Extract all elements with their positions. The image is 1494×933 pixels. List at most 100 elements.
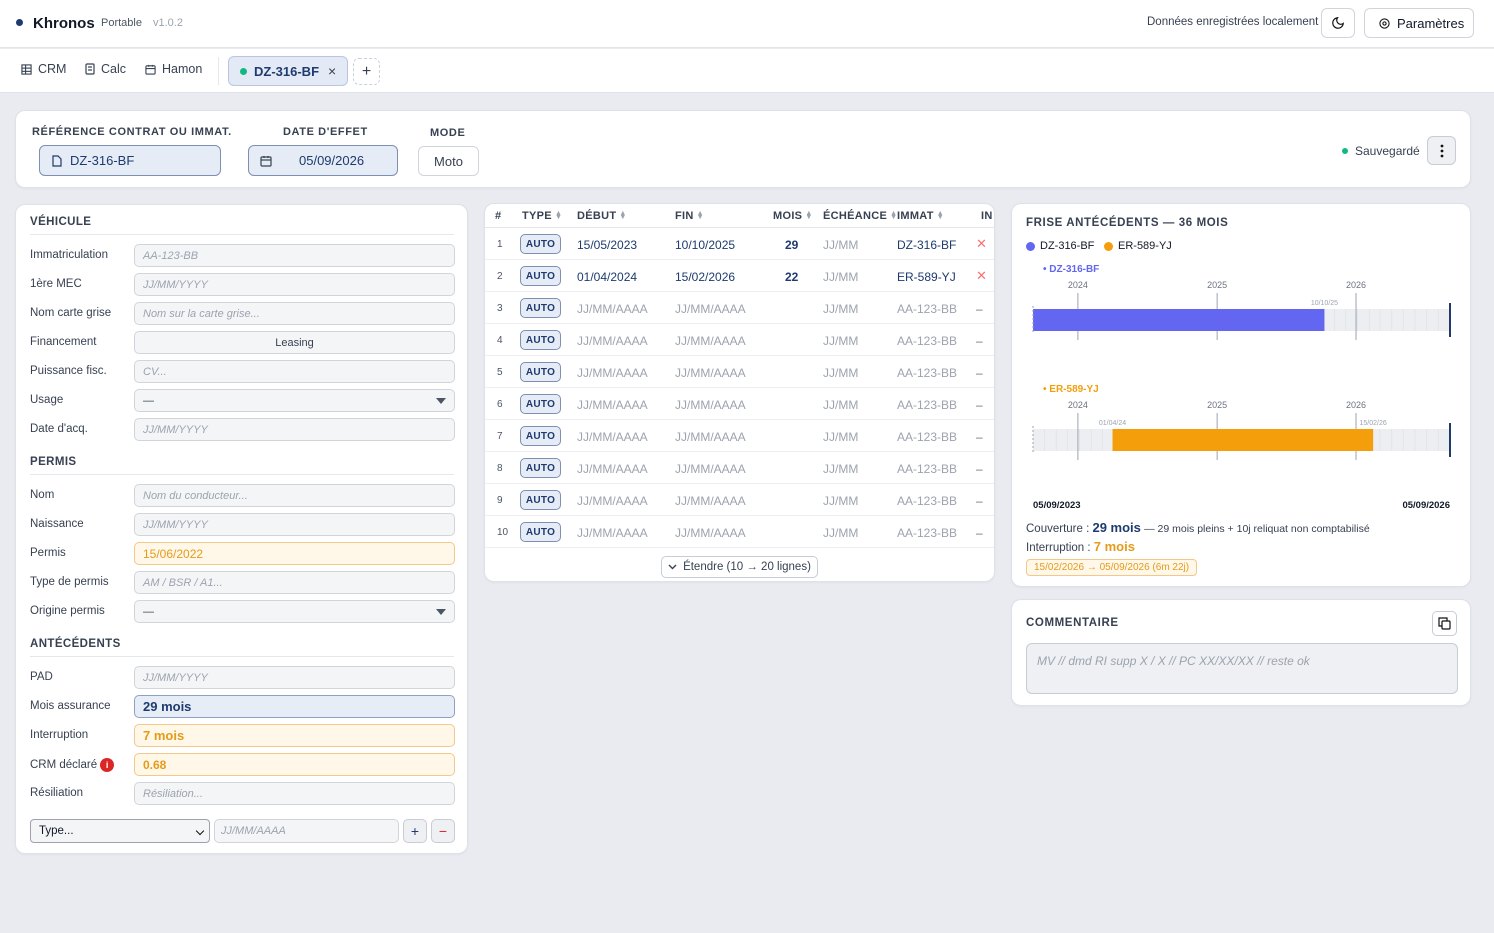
ref-input[interactable]: DZ-316-BF bbox=[39, 145, 221, 176]
col-type[interactable]: TYPE ▲ ▼ bbox=[522, 210, 562, 222]
echeance-cell[interactable]: JJ/MM bbox=[823, 270, 858, 284]
delete-row-icon[interactable]: ✕ bbox=[976, 236, 987, 252]
copy-button[interactable] bbox=[1432, 611, 1457, 636]
fin-cell[interactable]: JJ/MM/AAAA bbox=[675, 494, 746, 508]
immatriculation-input[interactable]: AA-123-BB bbox=[134, 244, 455, 267]
fin-cell[interactable]: JJ/MM/AAAA bbox=[675, 366, 746, 380]
brand-dot bbox=[16, 19, 23, 26]
carte-grise-input[interactable]: Nom sur la carte grise... bbox=[134, 302, 455, 325]
debut-cell[interactable]: JJ/MM/AAAA bbox=[577, 494, 648, 508]
info-icon[interactable]: i bbox=[100, 758, 115, 772]
immat-cell[interactable]: ER-589-YJ bbox=[897, 270, 956, 284]
type-badge[interactable]: AUTO bbox=[520, 490, 561, 510]
echeance-cell[interactable]: JJ/MM bbox=[823, 462, 858, 476]
type-badge[interactable]: AUTO bbox=[520, 426, 561, 446]
col-debut[interactable]: DÉBUT ▲ ▼ bbox=[577, 210, 627, 222]
type-badge[interactable]: AUTO bbox=[520, 298, 561, 318]
echeance-cell[interactable]: JJ/MM bbox=[823, 430, 858, 444]
table-row: 4 AUTO JJ/MM/AAAA JJ/MM/AAAA JJ/MM AA-123-BB – bbox=[485, 324, 994, 356]
immat-cell[interactable]: AA-123-BB bbox=[897, 526, 957, 540]
debut-cell[interactable]: JJ/MM/AAAA bbox=[577, 398, 648, 412]
date-acq-input[interactable]: JJ/MM/YYYY bbox=[134, 418, 455, 441]
delete-row-icon[interactable]: ✕ bbox=[976, 268, 987, 284]
theme-toggle-button[interactable] bbox=[1321, 8, 1355, 38]
mec-input[interactable]: JJ/MM/YYYY bbox=[134, 273, 455, 296]
fin-cell[interactable]: JJ/MM/AAAA bbox=[675, 398, 746, 412]
echeance-cell[interactable]: JJ/MM bbox=[823, 238, 858, 252]
col-echeance[interactable]: ÉCHÉANCE ▲ ▼ bbox=[823, 210, 897, 222]
debut-cell[interactable]: 15/05/2023 bbox=[577, 238, 637, 252]
fin-cell[interactable]: JJ/MM/AAAA bbox=[675, 462, 746, 476]
immat-cell[interactable]: AA-123-BB bbox=[897, 302, 957, 316]
add-tab-button[interactable]: + bbox=[353, 58, 380, 85]
debut-cell[interactable]: JJ/MM/AAAA bbox=[577, 462, 648, 476]
debut-cell[interactable]: JJ/MM/AAAA bbox=[577, 366, 648, 380]
fin-cell[interactable]: 10/10/2025 bbox=[675, 238, 735, 252]
col-mois[interactable]: MOIS ▲ ▼ bbox=[773, 210, 812, 222]
pad-input[interactable]: JJ/MM/YYYY bbox=[134, 666, 455, 689]
echeance-cell[interactable]: JJ/MM bbox=[823, 398, 858, 412]
type-badge[interactable]: AUTO bbox=[520, 266, 561, 286]
resiliation-input[interactable]: Résiliation... bbox=[134, 782, 455, 805]
nom-input[interactable]: Nom du conducteur... bbox=[134, 484, 455, 507]
antecedent-date-input[interactable]: JJ/MM/AAAA bbox=[214, 819, 399, 843]
comment-textarea[interactable]: MV // dmd RI supp X / X // PC XX/XX/XX /… bbox=[1026, 643, 1458, 694]
tab-crm[interactable]: CRM bbox=[21, 62, 66, 76]
tab-calc[interactable]: Calc bbox=[85, 62, 126, 76]
immat-cell[interactable]: AA-123-BB bbox=[897, 430, 957, 444]
type-permis-input[interactable]: AM / BSR / A1... bbox=[134, 571, 455, 594]
close-tab-icon[interactable]: × bbox=[328, 63, 336, 79]
debut-cell[interactable]: JJ/MM/AAAA bbox=[577, 526, 648, 540]
fin-cell[interactable]: JJ/MM/AAAA bbox=[675, 526, 746, 540]
type-badge[interactable]: AUTO bbox=[520, 394, 561, 414]
puissance-input[interactable]: CV... bbox=[134, 360, 455, 383]
debut-cell[interactable]: 01/04/2024 bbox=[577, 270, 637, 284]
kebab-icon bbox=[1440, 144, 1443, 157]
type-badge[interactable]: AUTO bbox=[520, 458, 561, 478]
immat-cell[interactable]: DZ-316-BF bbox=[897, 238, 956, 252]
type-badge[interactable]: AUTO bbox=[520, 362, 561, 382]
fin-cell[interactable]: JJ/MM/AAAA bbox=[675, 302, 746, 316]
mode-button[interactable]: Moto bbox=[418, 146, 479, 176]
immat-cell[interactable]: AA-123-BB bbox=[897, 366, 957, 380]
debut-cell[interactable]: JJ/MM/AAAA bbox=[577, 430, 648, 444]
fin-cell[interactable]: JJ/MM/AAAA bbox=[675, 334, 746, 348]
add-antecedent-button[interactable]: + bbox=[403, 819, 427, 843]
debut-cell[interactable]: JJ/MM/AAAA bbox=[577, 334, 648, 348]
echeance-cell[interactable]: JJ/MM bbox=[823, 334, 858, 348]
tab-active-record[interactable]: DZ-316-BF × bbox=[228, 56, 348, 86]
origine-permis-select[interactable]: — bbox=[134, 600, 455, 623]
crm-input[interactable]: 0.68 bbox=[134, 753, 455, 776]
more-menu-button[interactable] bbox=[1427, 136, 1456, 165]
crm-label: CRM déclaré bbox=[30, 759, 98, 771]
type-select[interactable]: Type... bbox=[30, 819, 210, 843]
usage-select[interactable]: — bbox=[134, 389, 455, 412]
fin-cell[interactable]: JJ/MM/AAAA bbox=[675, 430, 746, 444]
echeance-cell[interactable]: JJ/MM bbox=[823, 302, 858, 316]
immat-cell[interactable]: AA-123-BB bbox=[897, 334, 957, 348]
echeance-cell[interactable]: JJ/MM bbox=[823, 526, 858, 540]
immat-cell[interactable]: AA-123-BB bbox=[897, 398, 957, 412]
fin-cell[interactable]: 15/02/2026 bbox=[675, 270, 735, 284]
remove-antecedent-button[interactable]: − bbox=[431, 819, 455, 843]
type-badge[interactable]: AUTO bbox=[520, 330, 561, 350]
couverture-label: Couverture : bbox=[1026, 523, 1090, 535]
echeance-cell[interactable]: JJ/MM bbox=[823, 366, 858, 380]
expand-rows-button[interactable]: Étendre (10 → 20 lignes) bbox=[661, 556, 818, 578]
tab-hamon[interactable]: Hamon bbox=[145, 62, 202, 76]
sort-icon: ▲ ▼ bbox=[619, 210, 627, 221]
permis-input[interactable]: 15/06/2022 bbox=[134, 542, 455, 565]
timeline-start-label: 05/09/2023 bbox=[1033, 500, 1081, 509]
col-immat[interactable]: IMMAT ▲ ▼ bbox=[897, 210, 944, 222]
settings-button[interactable]: Paramètres bbox=[1364, 8, 1474, 38]
financement-button[interactable]: Leasing bbox=[134, 331, 455, 354]
effective-date-input[interactable]: 05/09/2026 bbox=[248, 145, 398, 176]
debut-cell[interactable]: JJ/MM/AAAA bbox=[577, 302, 648, 316]
immat-cell[interactable]: AA-123-BB bbox=[897, 462, 957, 476]
echeance-cell[interactable]: JJ/MM bbox=[823, 494, 858, 508]
immat-cell[interactable]: AA-123-BB bbox=[897, 494, 957, 508]
type-badge[interactable]: AUTO bbox=[520, 234, 561, 254]
type-badge[interactable]: AUTO bbox=[520, 522, 561, 542]
naissance-input[interactable]: JJ/MM/YYYY bbox=[134, 513, 455, 536]
col-fin[interactable]: FIN ▲ ▼ bbox=[675, 210, 704, 222]
